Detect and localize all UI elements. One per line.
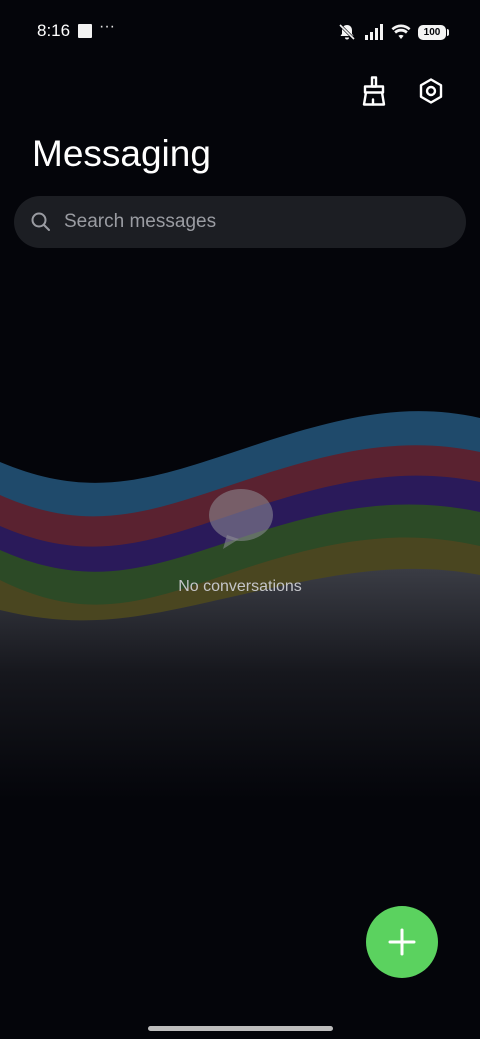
- chat-bubble-icon: [209, 489, 273, 549]
- wifi-icon: [391, 24, 411, 39]
- messaging-screen: 8:16 ··· 100 Messaging Search messages N…: [0, 0, 480, 1039]
- battery-icon: 100: [418, 24, 449, 40]
- status-time: 8:16: [37, 21, 71, 40]
- settings-icon: [419, 78, 443, 104]
- clean-button[interactable]: [354, 71, 394, 111]
- status-icons: 100: [337, 20, 449, 44]
- battery-level: 100: [423, 26, 441, 38]
- decorative-waves: [0, 411, 480, 800]
- clean-brush-icon: [362, 76, 386, 106]
- plus-icon: [388, 928, 416, 956]
- search-icon: [30, 211, 52, 233]
- new-conversation-button[interactable]: [366, 906, 438, 978]
- settings-button[interactable]: [411, 71, 451, 111]
- search-input[interactable]: [62, 210, 446, 234]
- more-notifications-icon: ···: [99, 18, 115, 35]
- signal-icon: [365, 24, 383, 40]
- status-bar: 8:16 ··· 100: [0, 0, 480, 64]
- empty-state-text: No conversations: [178, 578, 302, 595]
- search-bar[interactable]: [14, 196, 466, 248]
- page-title: Messaging: [32, 133, 211, 174]
- home-indicator[interactable]: [148, 1026, 333, 1031]
- notification-square-icon: [78, 24, 92, 38]
- mute-bell-icon: [338, 23, 356, 41]
